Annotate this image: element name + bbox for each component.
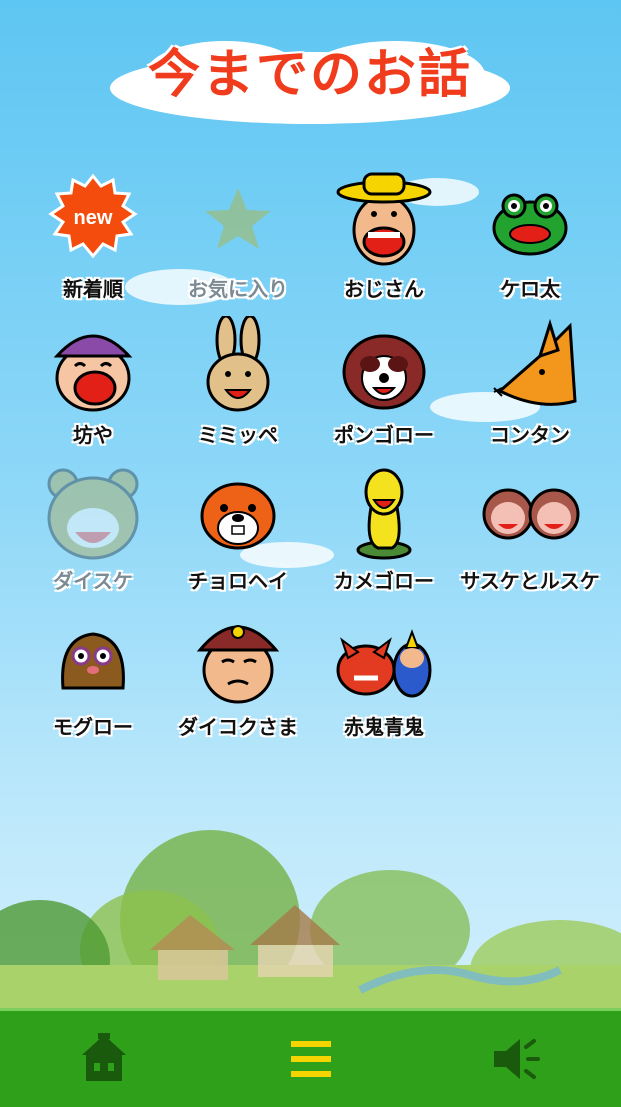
story-item-mogro[interactable]: モグロー [18, 598, 168, 739]
mole-face-icon [61, 632, 125, 690]
menu-icon [291, 1041, 331, 1077]
story-item-favorites[interactable]: お気に入り [163, 160, 313, 301]
ojisan-face-icon [336, 172, 432, 266]
story-label: ポンゴロー [334, 423, 434, 447]
boy-face-icon [53, 334, 133, 412]
squirrel-face-icon [200, 482, 276, 550]
oni-faces-icon [336, 629, 432, 698]
bear-face-icon [47, 468, 139, 560]
story-label: 坊や [73, 423, 113, 447]
story-item-daikoku[interactable]: ダイコクさま [163, 598, 313, 739]
story-item-bouya[interactable]: 坊や [18, 306, 168, 447]
page-title-banner: 今までのお話 [105, 20, 515, 130]
story-label: ダイコクさま [178, 715, 298, 739]
story-label: ダイスケ [53, 569, 133, 593]
page-title: 今までのお話 [147, 45, 472, 105]
new-badge-icon: new [48, 173, 138, 259]
story-item-new[interactable]: new 新着順 [18, 160, 168, 301]
story-label: 赤鬼青鬼 [344, 715, 424, 739]
story-label: コンタン [490, 423, 570, 447]
turtle-face-icon [356, 468, 412, 560]
story-label: おじさん [344, 277, 424, 301]
story-item-kamegoro[interactable]: カメゴロー [309, 452, 459, 593]
story-item-mimippe[interactable]: ミミッペ [163, 306, 313, 447]
frog-face-icon [492, 193, 568, 256]
sound-button[interactable] [486, 1029, 550, 1089]
story-label: 新着順 [63, 277, 123, 301]
story-label: モグロー [53, 715, 133, 739]
story-item-daisuke[interactable]: ダイスケ [18, 452, 168, 593]
story-item-kerota[interactable]: ケロ太 [455, 160, 605, 301]
story-item-chorohei[interactable]: チョロヘイ [163, 452, 313, 593]
story-label: サスケとルスケ [460, 569, 600, 593]
story-item-sasuke-rusuke[interactable]: サスケとルスケ [455, 452, 605, 593]
story-item-aka-ao-oni[interactable]: 赤鬼青鬼 [309, 598, 459, 739]
bottom-toolbar [0, 1008, 621, 1107]
star-icon [205, 188, 271, 249]
rabbit-face-icon [206, 316, 270, 412]
story-label: ミミッペ [198, 423, 278, 447]
menu-button[interactable] [279, 1029, 343, 1089]
story-item-pongoro[interactable]: ポンゴロー [309, 306, 459, 447]
story-label: お気に入り [188, 277, 288, 301]
fox-face-icon [493, 318, 577, 406]
svg-text:new: new [74, 207, 113, 229]
story-item-kontan[interactable]: コンタン [455, 306, 605, 447]
daikoku-face-icon [196, 625, 280, 704]
monkeys-face-icon [482, 488, 580, 540]
home-icon [82, 1033, 126, 1081]
home-button[interactable] [72, 1029, 136, 1089]
story-label: ケロ太 [500, 277, 560, 301]
story-label: カメゴロー [334, 569, 434, 593]
raccoon-face-icon [342, 334, 426, 410]
speaker-icon [494, 1039, 540, 1079]
story-item-ojisan[interactable]: おじさん [309, 160, 459, 301]
background-landscape [0, 830, 621, 1010]
story-label: チョロヘイ [188, 569, 288, 593]
